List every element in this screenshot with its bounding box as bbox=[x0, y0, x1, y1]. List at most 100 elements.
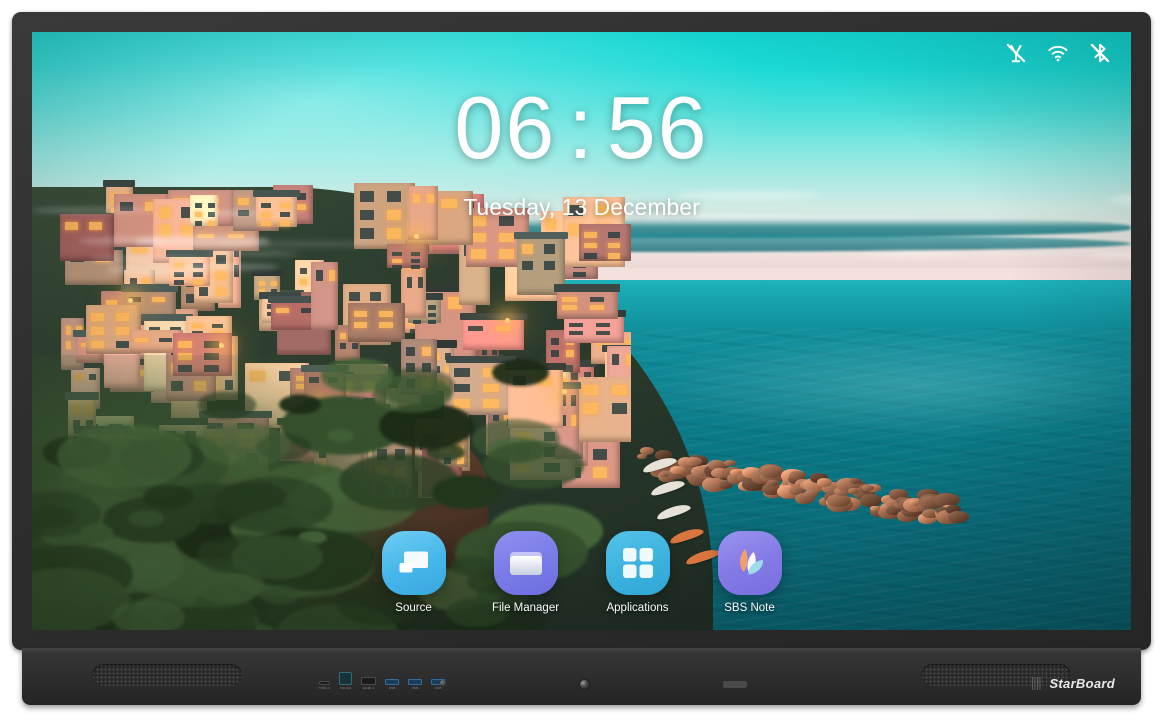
wallpaper-window bbox=[589, 297, 604, 302]
wallpaper-building bbox=[462, 317, 525, 350]
wallpaper-window bbox=[65, 326, 72, 335]
ir-receiver bbox=[440, 680, 446, 686]
dock-label-file-manager: File Manager bbox=[491, 602, 560, 614]
wallpaper-window bbox=[279, 211, 290, 218]
wallpaper-cloud-wisp bbox=[217, 240, 392, 247]
wallpaper-foliage-blob bbox=[431, 476, 501, 509]
wallpaper-window bbox=[569, 330, 584, 335]
brand-logo: StarBoard bbox=[1032, 676, 1115, 691]
wallpaper-window bbox=[348, 291, 360, 302]
wallpaper-window bbox=[65, 222, 79, 230]
wallpaper-foliage-blob bbox=[57, 423, 193, 488]
wallpaper-window bbox=[584, 242, 597, 249]
wallpaper-window bbox=[410, 251, 421, 256]
type-c-port[interactable]: TYPE-C bbox=[318, 681, 330, 690]
wallpaper-window bbox=[413, 320, 421, 325]
wallpaper-window bbox=[261, 202, 272, 208]
wallpaper-window bbox=[584, 232, 597, 239]
wallpaper-window bbox=[207, 203, 215, 209]
wallpaper-window bbox=[589, 305, 604, 311]
wallpaper-window bbox=[543, 244, 556, 254]
wallpaper-window bbox=[471, 232, 487, 243]
wallpaper-window bbox=[440, 199, 458, 208]
brand-mark-icon bbox=[1032, 677, 1043, 690]
usb-port-2-label: USB bbox=[411, 686, 419, 690]
wallpaper-window bbox=[543, 260, 556, 271]
wallpaper-roof bbox=[253, 190, 300, 198]
wallpaper-window bbox=[467, 325, 483, 331]
status-bar bbox=[1005, 42, 1111, 64]
wallpaper-rock bbox=[724, 459, 736, 467]
folder-icon[interactable] bbox=[493, 531, 558, 595]
wallpaper-window bbox=[195, 211, 202, 217]
wallpaper-window bbox=[152, 297, 165, 302]
wallpaper-window bbox=[158, 225, 171, 236]
wallpaper-street-lamp bbox=[413, 233, 419, 239]
hdmi-port-label: HDMI 1 bbox=[363, 686, 375, 690]
wallpaper-window bbox=[495, 325, 511, 331]
wallpaper-window bbox=[174, 280, 185, 286]
wallpaper-window bbox=[595, 330, 611, 335]
wallpaper-window bbox=[216, 286, 226, 296]
wallpaper-window bbox=[353, 322, 368, 329]
wallpaper-window bbox=[279, 221, 290, 227]
wallpaper-foliage-blob bbox=[32, 506, 76, 528]
sbs-note-petal-icon[interactable] bbox=[717, 531, 782, 595]
wallpaper-rock bbox=[639, 447, 654, 455]
touch-port-connector bbox=[339, 672, 353, 685]
wallpaper-window bbox=[427, 320, 436, 325]
wallpaper-window bbox=[379, 322, 393, 329]
power-indicator-button[interactable] bbox=[723, 681, 747, 688]
bluetooth-off-icon[interactable] bbox=[1089, 42, 1111, 64]
touch-port[interactable]: TOUCH bbox=[339, 672, 353, 690]
wallpaper-window bbox=[207, 220, 215, 226]
wallpaper-window bbox=[570, 394, 577, 407]
wallpaper-rock bbox=[816, 478, 832, 487]
hdmi-port-connector bbox=[361, 677, 377, 685]
wallpaper-window bbox=[115, 313, 130, 322]
wallpaper-roof bbox=[250, 268, 283, 276]
usb-port-2[interactable]: USB bbox=[408, 679, 423, 690]
wallpaper-window bbox=[391, 265, 402, 270]
wallpaper-rock bbox=[909, 500, 920, 506]
front-port-panel[interactable]: TYPE-C TOUCH HDMI 1 USB USB USB bbox=[318, 672, 446, 690]
wallpaper-window bbox=[567, 204, 583, 216]
hdmi-port[interactable]: HDMI 1 bbox=[361, 677, 377, 690]
display-cast-icon[interactable] bbox=[381, 531, 446, 595]
wallpaper-roof bbox=[554, 284, 621, 292]
dock-item-file-manager[interactable]: File Manager bbox=[488, 531, 564, 614]
dock-item-applications[interactable]: Applications bbox=[600, 531, 676, 614]
type-c-port-connector bbox=[318, 681, 330, 685]
dock-item-sbs-note[interactable]: SBS Note bbox=[712, 531, 788, 614]
wallpaper-window bbox=[89, 222, 103, 230]
wallpaper-window bbox=[426, 194, 434, 203]
wallpaper-window bbox=[406, 276, 413, 288]
wallpaper-building bbox=[386, 243, 429, 269]
wifi-icon[interactable] bbox=[1047, 42, 1069, 64]
wallpaper-window bbox=[611, 403, 627, 414]
wallpaper-window bbox=[386, 190, 402, 202]
wallpaper-window bbox=[566, 350, 575, 358]
wireless-projection-off-icon[interactable] bbox=[1005, 42, 1027, 64]
dock-item-source[interactable]: Source bbox=[376, 531, 452, 614]
wallpaper-rock bbox=[759, 464, 783, 478]
wallpaper-window bbox=[216, 255, 226, 265]
wallpaper-window bbox=[612, 353, 620, 366]
screen[interactable]: 06 : 56 Tuesday, 13 December Source File… bbox=[32, 32, 1131, 630]
wallpaper-window bbox=[258, 281, 266, 286]
wallpaper-roof bbox=[513, 231, 569, 239]
wallpaper-cloud-wisp bbox=[205, 250, 299, 256]
wallpaper-window bbox=[158, 337, 172, 342]
wallpaper-window bbox=[299, 268, 307, 275]
usb-port-1[interactable]: USB bbox=[385, 679, 400, 690]
wallpaper-window bbox=[353, 311, 368, 318]
wallpaper-window bbox=[607, 232, 621, 239]
wallpaper-window bbox=[328, 269, 336, 281]
wallpaper-foliage-blob bbox=[198, 391, 256, 419]
wallpaper-window bbox=[212, 323, 223, 328]
wallpaper-window bbox=[279, 202, 290, 208]
wallpaper-window bbox=[237, 198, 249, 205]
wallpaper-window bbox=[316, 269, 323, 281]
wallpaper-street-lamp bbox=[505, 317, 511, 323]
grid-apps-icon[interactable] bbox=[605, 531, 670, 595]
